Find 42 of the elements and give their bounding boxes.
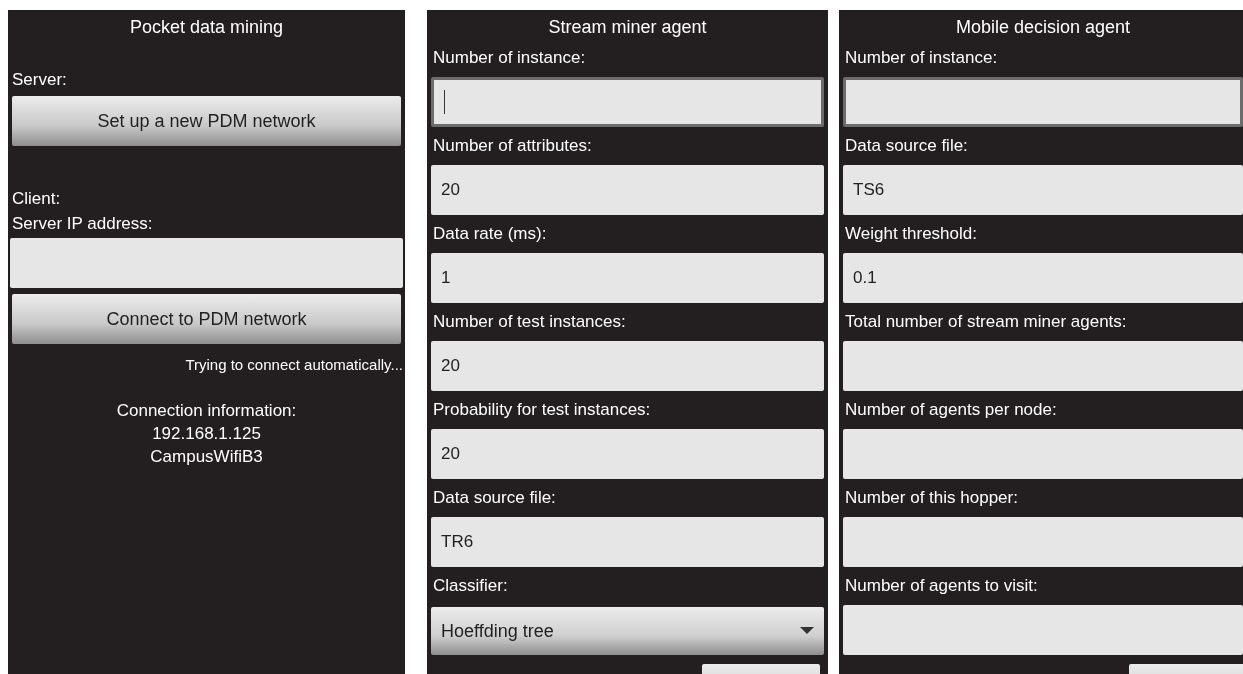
field-label: Probability for test instances: [432, 399, 652, 421]
input-field[interactable]: 1 [431, 253, 824, 303]
field-label: Data rate (ms): [432, 223, 548, 245]
field-label: Classifier: [432, 575, 509, 597]
field-label: Number of test instances: [432, 311, 627, 333]
screen-title: Pocket data mining [128, 16, 285, 39]
input-field[interactable] [843, 517, 1243, 567]
field-label: Server IP address: [11, 213, 154, 235]
screen-title: Mobile decision agent [954, 16, 1132, 39]
input-field[interactable]: 20 [431, 429, 824, 479]
field-label: Number of agents per node: [844, 399, 1058, 421]
field-label: Weight threshold: [844, 223, 978, 245]
field-label: Server: [11, 69, 68, 91]
input-field[interactable] [843, 605, 1243, 655]
input-field[interactable] [843, 429, 1243, 479]
field-label: Data source file: [432, 487, 557, 509]
connection-info: Connection information: [115, 400, 298, 422]
status-text: Trying to connect automatically... [184, 356, 403, 373]
input-field[interactable]: 20 [431, 341, 824, 391]
screen-title: Stream miner agent [547, 16, 708, 39]
input-field[interactable] [10, 238, 403, 288]
input-field[interactable]: TS6 [843, 165, 1243, 215]
field-label: Total number of stream miner agents: [844, 311, 1128, 333]
input-field[interactable] [843, 77, 1243, 127]
classifier-dropdown[interactable]: Hoeffding tree [431, 607, 824, 655]
field-label: Number of attributes: [432, 135, 593, 157]
connection-info: 192.168.1.125 [151, 423, 262, 445]
input-field[interactable]: 20 [431, 165, 824, 215]
field-label: Data source file: [844, 135, 969, 157]
field-label: Number of this hopper: [844, 487, 1019, 509]
action-button[interactable]: Set up a new PDM network [12, 96, 401, 146]
field-label: Client: [11, 188, 62, 210]
action-button[interactable]: Connect to PDM network [12, 294, 401, 344]
field-label: Number of instance: [432, 47, 587, 69]
input-field[interactable]: 0.1 [843, 253, 1243, 303]
connection-info: CampusWifiB3 [149, 446, 264, 468]
input-field[interactable] [431, 77, 824, 127]
input-field[interactable]: TR6 [431, 517, 824, 567]
field-label: Number of agents to visit: [844, 575, 1039, 597]
field-label: Number of instance: [844, 47, 999, 69]
caret-icon [800, 627, 814, 635]
input-field[interactable] [843, 341, 1243, 391]
